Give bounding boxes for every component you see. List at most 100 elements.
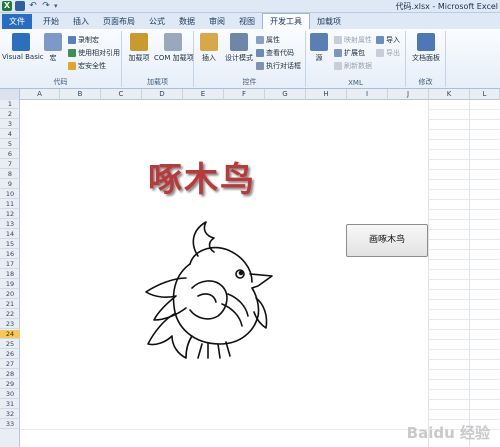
row-header-cell[interactable]: 32 xyxy=(0,410,20,419)
row-header-cell[interactable]: 21 xyxy=(0,300,20,309)
tab-file[interactable]: 文件 xyxy=(2,14,32,29)
row-header-cell[interactable]: 6 xyxy=(0,150,20,159)
bird-drawing[interactable] xyxy=(128,216,278,366)
macro-security-button[interactable]: 宏安全性 xyxy=(68,61,106,71)
row-header-cell[interactable]: 16 xyxy=(0,250,20,259)
tab-developer[interactable]: 开发工具 xyxy=(262,13,310,29)
refresh-data-button[interactable]: 刷新数据 xyxy=(334,61,372,71)
group-code: Visual Basic 宏 录制宏 使用相对引用 宏安全性 代码 xyxy=(0,31,122,87)
group-xml: 源 映射属性 扩展包 刷新数据 导入 导出 XML xyxy=(306,31,406,87)
row-header-cell[interactable]: 29 xyxy=(0,380,20,389)
row-header-cell[interactable]: 8 xyxy=(0,170,20,179)
column-header-cell[interactable]: G xyxy=(265,89,306,100)
tab-data[interactable]: 数据 xyxy=(172,14,202,29)
row-header-cell[interactable]: 5 xyxy=(0,140,20,149)
macro-button[interactable]: 宏 xyxy=(44,33,62,63)
macro-icon xyxy=(44,33,62,51)
row-header-cell[interactable]: 2 xyxy=(0,110,20,119)
row-header: 1 2 3 4 5 6 7 8 9 10 11 12 13 14 15 16 1… xyxy=(0,100,20,447)
column-header-cell[interactable]: J xyxy=(388,89,429,100)
row-header-cell[interactable]: 27 xyxy=(0,360,20,369)
export-icon xyxy=(376,49,384,57)
tab-home[interactable]: 开始 xyxy=(36,14,66,29)
row-header-cell[interactable]: 31 xyxy=(0,400,20,409)
row-header-cell[interactable]: 10 xyxy=(0,190,20,199)
column-header-cell[interactable]: I xyxy=(347,89,388,100)
addins-button[interactable]: 加载项 xyxy=(126,33,152,63)
properties-button[interactable]: 属性 xyxy=(256,35,280,45)
com-addins-button[interactable]: COM 加载项 xyxy=(154,33,194,63)
select-all-corner[interactable] xyxy=(0,89,20,100)
ribbon-tabs: 文件 开始 插入 页面布局 公式 数据 审阅 视图 开发工具 加载项 xyxy=(0,13,500,29)
row-header-cell[interactable]: 19 xyxy=(0,280,20,289)
row-header-cell[interactable]: 22 xyxy=(0,310,20,319)
grid-line xyxy=(428,359,500,360)
visual-basic-button[interactable]: Visual Basic xyxy=(2,33,44,61)
tab-page-layout[interactable]: 页面布局 xyxy=(96,14,142,29)
run-dialog-button[interactable]: 执行对话框 xyxy=(256,61,301,71)
grid-line xyxy=(428,239,500,240)
excel-icon[interactable]: X xyxy=(2,1,12,11)
column-header-cell[interactable]: D xyxy=(142,89,183,100)
grid-line xyxy=(428,149,500,150)
row-header-cell[interactable]: 33 xyxy=(0,420,20,429)
import-button[interactable]: 导入 xyxy=(376,35,400,45)
column-header-cell[interactable]: E xyxy=(183,89,224,100)
xml-source-button[interactable]: 源 xyxy=(310,33,328,63)
run-dialog-icon xyxy=(256,62,264,70)
column-header-cell[interactable]: L xyxy=(470,89,500,100)
export-button[interactable]: 导出 xyxy=(376,48,400,58)
row-header-cell[interactable]: 30 xyxy=(0,390,20,399)
expansion-packs-icon xyxy=(334,49,342,57)
row-header-cell[interactable]: 25 xyxy=(0,340,20,349)
save-icon[interactable] xyxy=(15,1,25,11)
relative-reference-button[interactable]: 使用相对引用 xyxy=(68,48,120,58)
expansion-packs-button[interactable]: 扩展包 xyxy=(334,48,365,58)
column-header-cell[interactable]: A xyxy=(20,89,60,100)
relative-reference-icon xyxy=(68,49,76,57)
row-header-cell[interactable]: 1 xyxy=(0,100,20,109)
row-header-cell[interactable]: 7 xyxy=(0,160,20,169)
tab-formulas[interactable]: 公式 xyxy=(142,14,172,29)
row-header-cell[interactable]: 13 xyxy=(0,220,20,229)
row-header-cell[interactable]: 15 xyxy=(0,240,20,249)
row-header-cell[interactable]: 23 xyxy=(0,320,20,329)
wordart-title[interactable]: 啄木鸟 xyxy=(148,152,256,201)
undo-icon[interactable]: ↶ xyxy=(28,1,38,11)
column-header-cell[interactable]: K xyxy=(429,89,470,100)
row-header-cell[interactable]: 12 xyxy=(0,210,20,219)
redo-icon[interactable]: ↷ xyxy=(41,1,51,11)
group-addins: 加载项 COM 加载项 加载项 xyxy=(122,31,194,87)
row-header-cell[interactable]: 11 xyxy=(0,200,20,209)
row-header-cell[interactable]: 26 xyxy=(0,350,20,359)
row-header-cell[interactable]: 14 xyxy=(0,230,20,239)
view-code-button[interactable]: 查看代码 xyxy=(256,48,294,58)
column-header-cell[interactable]: H xyxy=(306,89,347,100)
row-header-cell[interactable]: 28 xyxy=(0,370,20,379)
com-addins-icon xyxy=(164,33,182,51)
tab-addins[interactable]: 加载项 xyxy=(310,14,348,29)
row-header-cell[interactable]: 9 xyxy=(0,180,20,189)
grid-line xyxy=(428,189,500,190)
insert-control-button[interactable]: 插入 xyxy=(198,33,220,63)
gear-icon xyxy=(130,33,148,51)
record-macro-button[interactable]: 录制宏 xyxy=(68,35,99,45)
column-header-cell[interactable]: B xyxy=(60,89,101,100)
row-header-cell[interactable]: 3 xyxy=(0,120,20,129)
tab-view[interactable]: 视图 xyxy=(232,14,262,29)
row-header-cell[interactable]: 17 xyxy=(0,260,20,269)
column-header-cell[interactable]: F xyxy=(224,89,265,100)
map-properties-button[interactable]: 映射属性 xyxy=(334,35,372,45)
tab-insert[interactable]: 插入 xyxy=(66,14,96,29)
document-panel-button[interactable]: 文档面板 xyxy=(408,33,444,63)
row-header-cell[interactable]: 20 xyxy=(0,290,20,299)
row-header-cell-selected[interactable]: 24 xyxy=(0,330,20,339)
customize-icon[interactable]: ▾ xyxy=(54,1,64,11)
tab-review[interactable]: 审阅 xyxy=(202,14,232,29)
column-header-cell[interactable]: C xyxy=(101,89,142,100)
row-header-cell[interactable]: 4 xyxy=(0,130,20,139)
grid-line xyxy=(428,369,500,370)
draw-woodpecker-button[interactable]: 画啄木鸟 xyxy=(346,224,428,257)
design-mode-button[interactable]: 设计模式 xyxy=(222,33,256,63)
row-header-cell[interactable]: 18 xyxy=(0,270,20,279)
